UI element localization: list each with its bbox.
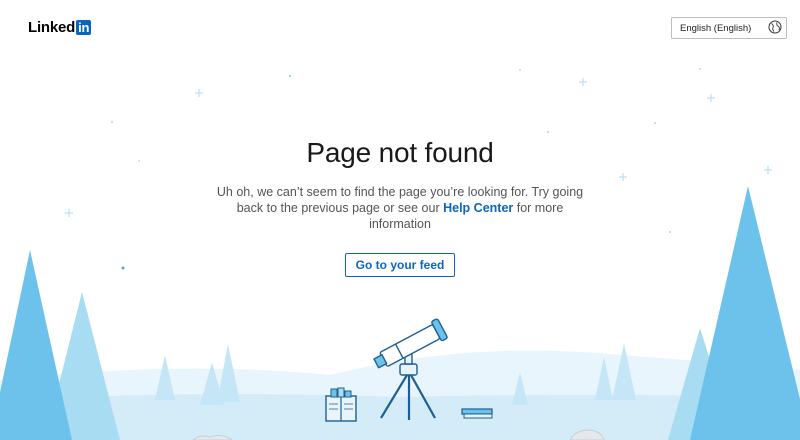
linkedin-logo[interactable]: Linked in [28,19,92,36]
page-title: Page not found [306,137,494,168]
logo-text: Linked [28,19,76,36]
rock-left [192,435,233,440]
not-found-content: Page not found Uh oh, we can’t seem to f… [0,135,800,277]
rock-right [569,429,605,440]
globe-icon [768,20,782,37]
help-center-link[interactable]: Help Center [443,201,513,215]
left-tree-front [0,250,72,440]
logo-badge: in [76,20,92,35]
small-trees [155,343,636,405]
left-tree-back [45,292,120,440]
front-ground [0,394,800,440]
language-label: English (English) [680,22,752,34]
telescope-icon [373,318,448,420]
stacked-book-icon [461,408,493,419]
go-to-feed-button[interactable]: Go to your feed [344,253,456,277]
books-icon [325,387,357,422]
back-hill [0,350,800,440]
language-selector[interactable]: English (English) [671,17,787,39]
right-tree-back [668,328,735,440]
error-message: Uh oh, we can’t seem to find the page yo… [210,184,590,232]
